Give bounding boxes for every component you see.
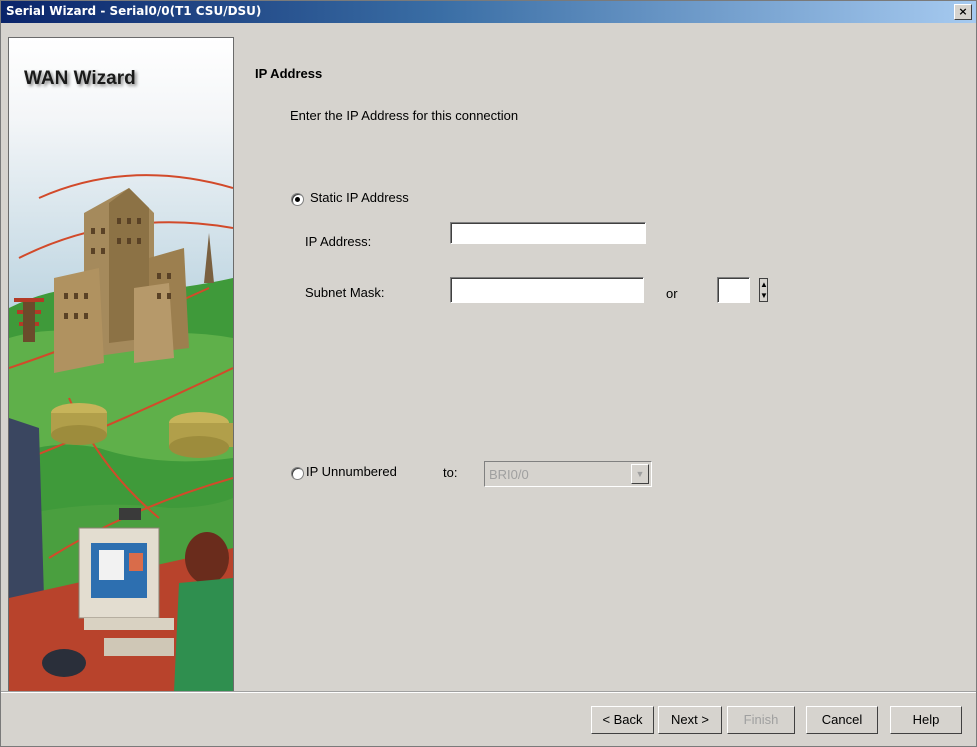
spin-down-icon[interactable]: ▼	[760, 290, 768, 301]
wan-illustration	[9, 38, 233, 692]
ip-unnumbered-label[interactable]: IP Unnumbered	[306, 464, 397, 479]
close-button[interactable]: ×	[954, 4, 972, 20]
prefix-length-input[interactable]	[717, 277, 750, 303]
radio-selected-dot	[295, 197, 300, 202]
close-icon: ×	[958, 5, 968, 18]
back-button[interactable]: < Back	[591, 706, 654, 734]
ip-address-label: IP Address:	[305, 234, 372, 249]
wizard-window: Serial Wizard - Serial0/0(T1 CSU/DSU) ×	[0, 0, 977, 747]
unnumbered-interface-value: BRI0/0	[489, 467, 529, 482]
subnet-mask-input[interactable]	[450, 277, 644, 303]
section-title: IP Address	[255, 66, 323, 81]
button-divider	[1, 691, 976, 693]
cancel-button[interactable]: Cancel	[806, 706, 878, 734]
or-label: or	[666, 286, 678, 301]
chevron-down-icon[interactable]: ▼	[631, 464, 649, 484]
title-bar[interactable]: Serial Wizard - Serial0/0(T1 CSU/DSU) ×	[1, 1, 976, 23]
side-panel-title: WAN Wizard	[24, 68, 136, 89]
static-ip-label[interactable]: Static IP Address	[310, 190, 409, 205]
static-ip-radio[interactable]	[291, 193, 304, 206]
next-button[interactable]: Next >	[658, 706, 722, 734]
ip-address-input[interactable]	[450, 222, 646, 244]
section-description: Enter the IP Address for this connection	[290, 108, 519, 123]
finish-button[interactable]: Finish	[727, 706, 795, 734]
spin-up-icon[interactable]: ▲	[760, 279, 768, 290]
unnumbered-interface-select[interactable]: BRI0/0 ▼	[484, 461, 652, 487]
subnet-mask-label: Subnet Mask:	[305, 285, 385, 300]
window-title: Serial Wizard - Serial0/0(T1 CSU/DSU)	[6, 4, 262, 18]
prefix-length-spinner[interactable]: ▲ ▼	[759, 278, 768, 302]
wizard-side-panel: WAN Wizard	[8, 37, 234, 693]
help-button[interactable]: Help	[890, 706, 962, 734]
unnumbered-to-label: to:	[443, 465, 458, 480]
ip-unnumbered-radio[interactable]	[291, 467, 304, 480]
